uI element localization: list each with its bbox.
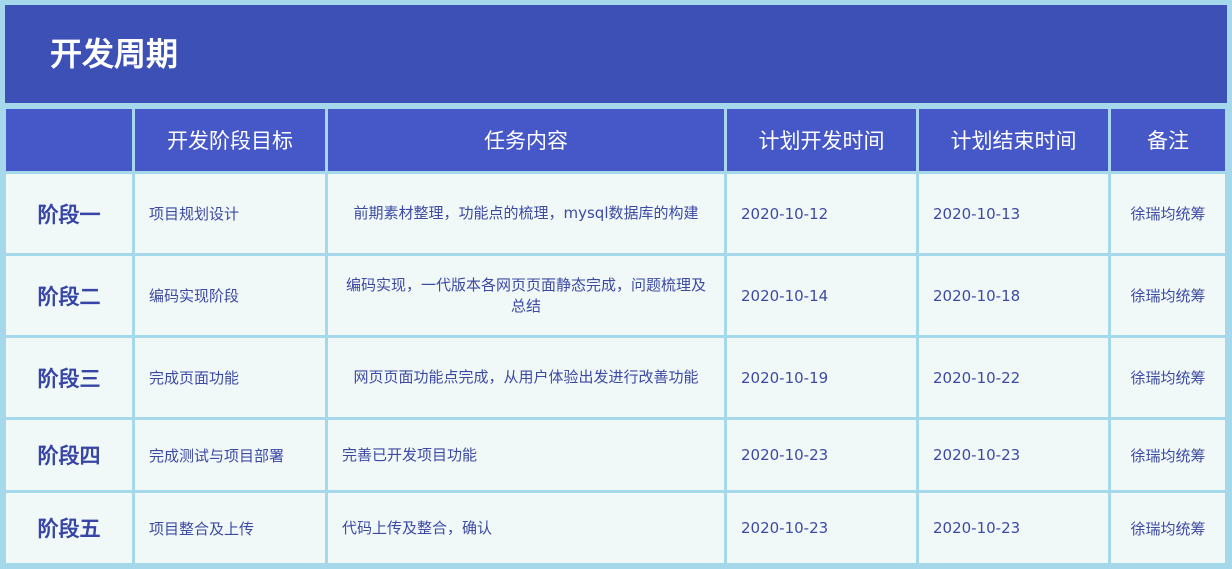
start-date-cell: 2020-10-19 <box>727 338 916 417</box>
header-goal: 开发阶段目标 <box>135 109 325 171</box>
table-row: 阶段三 完成页面功能 网页页面功能点完成，从用户体验出发进行改善功能 2020-… <box>6 338 1225 417</box>
note-cell: 徐瑞均统筹 <box>1111 338 1225 417</box>
note-cell: 徐瑞均统筹 <box>1111 420 1225 490</box>
stage-cell: 阶段二 <box>6 256 132 335</box>
start-date-cell: 2020-10-23 <box>727 420 916 490</box>
task-cell: 网页页面功能点完成，从用户体验出发进行改善功能 <box>328 338 724 417</box>
end-date-cell: 2020-10-23 <box>919 420 1108 490</box>
header-end: 计划结束时间 <box>919 109 1108 171</box>
stage-cell: 阶段四 <box>6 420 132 490</box>
table-row: 阶段一 项目规划设计 前期素材整理，功能点的梳理，mysql数据库的构建 202… <box>6 174 1225 253</box>
task-cell: 完善已开发项目功能 <box>328 420 724 490</box>
end-date-cell: 2020-10-22 <box>919 338 1108 417</box>
start-date-cell: 2020-10-12 <box>727 174 916 253</box>
note-cell: 徐瑞均统筹 <box>1111 256 1225 335</box>
note-cell: 徐瑞均统筹 <box>1111 493 1225 563</box>
stage-cell: 阶段五 <box>6 493 132 563</box>
table-header-row: 开发阶段目标 任务内容 计划开发时间 计划结束时间 备注 <box>6 109 1225 171</box>
title-bar: 开发周期 <box>5 5 1227 103</box>
task-cell: 前期素材整理，功能点的梳理，mysql数据库的构建 <box>328 174 724 253</box>
schedule-table: 开发阶段目标 任务内容 计划开发时间 计划结束时间 备注 阶段一 项目规划设计 … <box>3 106 1228 566</box>
table-row: 阶段四 完成测试与项目部署 完善已开发项目功能 2020-10-23 2020-… <box>6 420 1225 490</box>
stage-cell: 阶段一 <box>6 174 132 253</box>
goal-cell: 项目规划设计 <box>135 174 325 253</box>
goal-cell: 编码实现阶段 <box>135 256 325 335</box>
goal-cell: 完成页面功能 <box>135 338 325 417</box>
task-cell: 代码上传及整合，确认 <box>328 493 724 563</box>
table-row: 阶段五 项目整合及上传 代码上传及整合，确认 2020-10-23 2020-1… <box>6 493 1225 563</box>
end-date-cell: 2020-10-13 <box>919 174 1108 253</box>
task-cell: 编码实现，一代版本各网页页面静态完成，问题梳理及总结 <box>328 256 724 335</box>
page-title: 开发周期 <box>50 35 179 73</box>
start-date-cell: 2020-10-14 <box>727 256 916 335</box>
header-task: 任务内容 <box>328 109 724 171</box>
end-date-cell: 2020-10-18 <box>919 256 1108 335</box>
goal-cell: 项目整合及上传 <box>135 493 325 563</box>
start-date-cell: 2020-10-23 <box>727 493 916 563</box>
note-cell: 徐瑞均统筹 <box>1111 174 1225 253</box>
stage-cell: 阶段三 <box>6 338 132 417</box>
header-start: 计划开发时间 <box>727 109 916 171</box>
header-note: 备注 <box>1111 109 1225 171</box>
table-row: 阶段二 编码实现阶段 编码实现，一代版本各网页页面静态完成，问题梳理及总结 20… <box>6 256 1225 335</box>
goal-cell: 完成测试与项目部署 <box>135 420 325 490</box>
schedule-slide: 开发周期 开发阶段目标 任务内容 计划开发时间 计划结束时间 备注 阶段一 项目 <box>0 0 1232 569</box>
header-stage <box>6 109 132 171</box>
end-date-cell: 2020-10-23 <box>919 493 1108 563</box>
